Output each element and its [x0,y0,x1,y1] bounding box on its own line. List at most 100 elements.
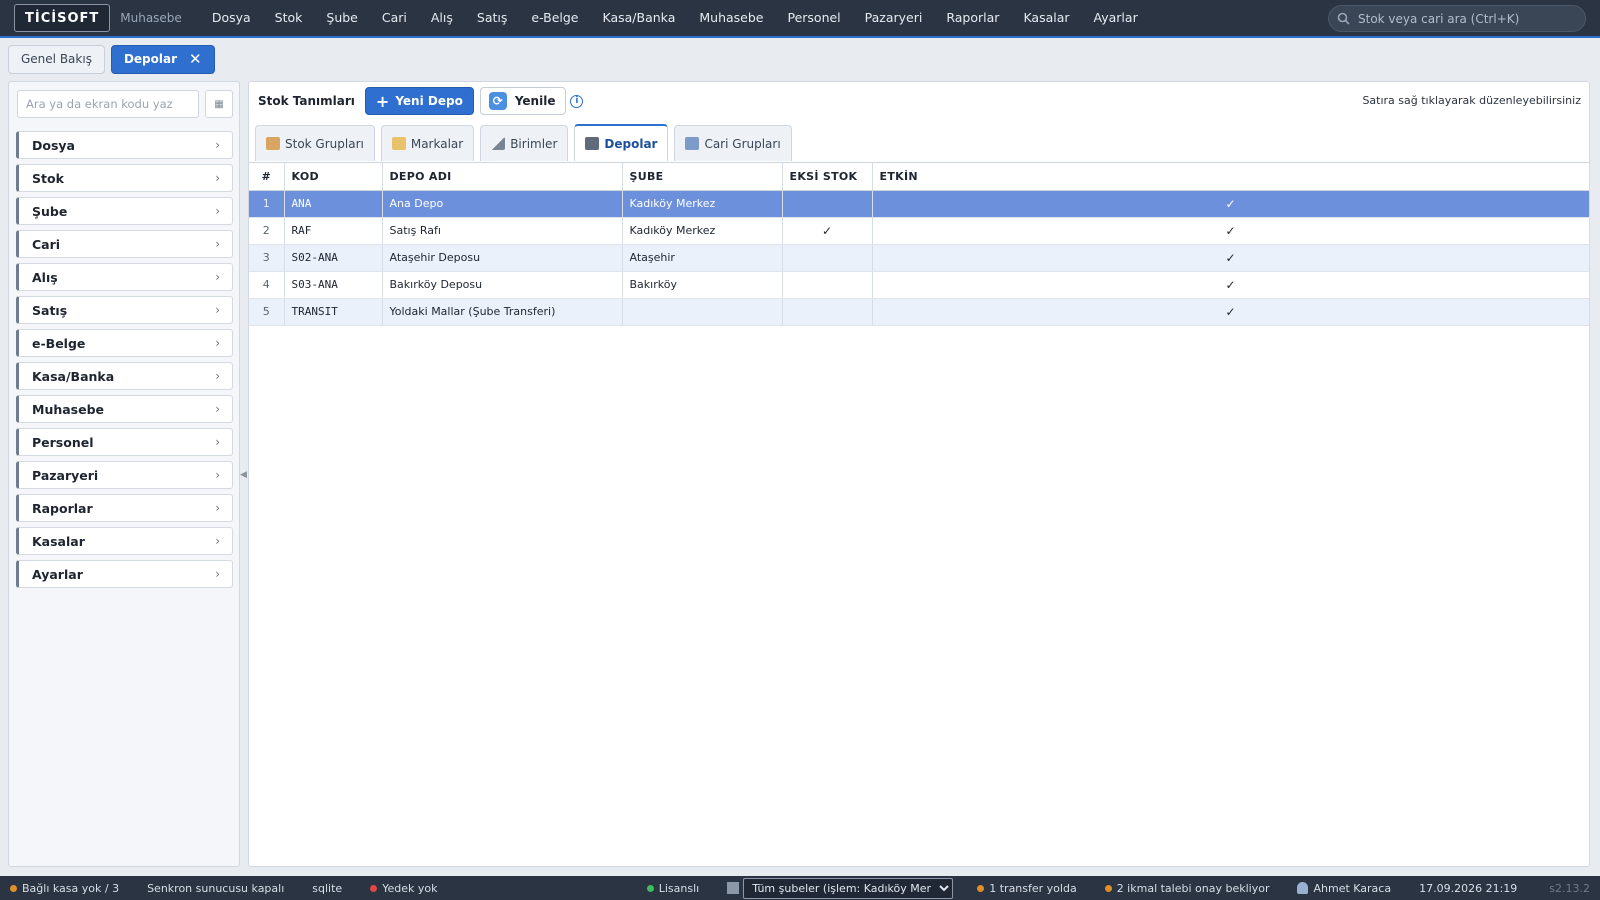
sidebar-item-raporlar[interactable]: Raporlar › [16,494,233,522]
sidebar-item-label: e-Belge [32,335,86,351]
status-requests-text: 2 ikmal talebi onay bekliyor [1116,881,1270,895]
doc-tab-genel-bakis[interactable]: Genel Bakış [8,44,105,74]
table-row[interactable]: 5 TRANSIT Yoldaki Mallar (Şube Transferi… [249,298,1590,326]
close-icon[interactable]: ✕ [189,50,202,68]
branch-select[interactable]: Tüm şubeler (işlem: Kadıköy Merkez) [743,877,954,899]
sidebar-item-label: Dosya [32,137,75,153]
status-datetime-text: 17.09.2026 21:19 [1419,881,1518,895]
box-icon [266,137,280,150]
main-menu: Dosya Stok Şube Cari Alış Satış e-Belge … [200,0,1150,36]
cell-eksi-stok [782,298,873,326]
tab-depolar[interactable]: Depolar [574,124,669,161]
tab-label: Stok Grupları [285,136,364,151]
column-header-depo-adi[interactable]: DEPO ADI [382,163,623,191]
status-dot-icon [646,884,654,892]
menu-stok[interactable]: Stok [263,0,315,36]
sidebar-item-pazaryeri[interactable]: Pazaryeri › [16,461,233,489]
cell-sube: Ataşehir [622,244,783,272]
status-transfer[interactable]: 1 transfer yolda [977,882,1077,895]
sidebar-item-label: Satış [32,302,68,318]
cell-no: 3 [249,244,285,272]
column-header-no[interactable]: # [249,163,285,191]
sidebar-item-alis[interactable]: Alış › [16,263,233,291]
info-icon[interactable]: i [570,94,584,108]
cell-etkin: ✓ [872,190,1590,218]
sidebar-item-sube[interactable]: Şube › [16,197,233,225]
cell-kod: S03-ANA [284,271,383,299]
doc-tab-label: Depolar [123,52,178,66]
toolbar: Stok Tanımları + Yeni Depo ⟳ Yenile i Sa… [249,82,1589,120]
menu-dosya[interactable]: Dosya [200,0,263,36]
sidebar-item-label: Kasalar [32,533,85,549]
menu-e-belge[interactable]: e-Belge [519,0,590,36]
sidebar-item-kasalar[interactable]: Kasalar › [16,527,233,555]
collapse-sidebar-icon[interactable]: ◀ [240,470,247,480]
cell-depo-adi: Yoldaki Mallar (Şube Transferi) [382,298,623,326]
table-row[interactable]: 2 RAF Satış Rafı Kadıköy Merkez ✓ ✓ [249,217,1590,245]
status-user-text: Ahmet Karaca [1313,881,1392,895]
menu-satis[interactable]: Satış [465,0,519,36]
chevron-right-icon: › [215,138,220,152]
refresh-button[interactable]: ⟳ Yenile [479,87,567,115]
doc-tab-depolar[interactable]: Depolar ✕ [110,44,215,74]
table-row[interactable]: 4 S03-ANA Bakırköy Deposu Bakırköy ✓ [249,271,1590,299]
sidebar-item-label: Stok [32,170,64,186]
tab-cari-gruplari[interactable]: Cari Grupları [674,125,792,161]
menu-raporlar[interactable]: Raporlar [934,0,1011,36]
cell-sube: Kadıköy Merkez [622,190,783,218]
sidebar-item-satis[interactable]: Satış › [16,296,233,324]
sidebar-item-e-belge[interactable]: e-Belge › [16,329,233,357]
sidebar-item-muhasebe[interactable]: Muhasebe › [16,395,233,423]
new-depot-button[interactable]: + Yeni Depo [364,87,474,115]
column-header-sube[interactable]: ŞUBE [622,163,783,191]
menu-personel[interactable]: Personel [775,0,852,36]
menu-kasalar[interactable]: Kasalar [1011,0,1081,36]
cell-sube: Kadıköy Merkez [622,217,783,245]
search-icon [1337,12,1350,25]
menu-muhasebe[interactable]: Muhasebe [687,0,775,36]
tab-stok-gruplari[interactable]: Stok Grupları [255,125,375,161]
menu-pazaryeri[interactable]: Pazaryeri [853,0,935,36]
status-dot-icon [10,884,17,892]
column-header-etkin[interactable]: ETKİN [872,163,1590,191]
tab-markalar[interactable]: Markalar [380,125,475,161]
sidebar-item-ayarlar[interactable]: Ayarlar › [16,560,233,588]
chevron-right-icon: › [215,204,220,218]
status-user[interactable]: Ahmet Karaca [1297,882,1391,895]
column-header-kod[interactable]: KOD [284,163,383,191]
status-bar: Bağlı kasa yok / 3 Senkron sunucusu kapa… [0,876,1600,900]
cell-etkin: ✓ [872,217,1590,245]
menu-sube[interactable]: Şube [314,0,369,36]
menu-cari[interactable]: Cari [370,0,419,36]
table-row[interactable]: 3 S02-ANA Ataşehir Deposu Ataşehir ✓ [249,244,1590,272]
warehouse-icon [585,137,600,150]
cell-kod: ANA [284,190,383,218]
tab-birimler[interactable]: Birimler [480,125,569,161]
new-depot-label: Yeni Depo [395,94,463,108]
status-kasa-text: Bağlı kasa yok / 3 [22,881,120,895]
sidebar-item-personel[interactable]: Personel › [16,428,233,456]
sidebar-item-label: Alış [32,269,58,285]
sidebar-item-dosya[interactable]: Dosya › [16,131,233,159]
status-requests[interactable]: 2 ikmal talebi onay bekliyor [1104,881,1270,895]
top-menu-bar: TİCİSOFT Muhasebe Dosya Stok Şube Cari A… [0,0,1600,38]
sidebar-item-label: Pazaryeri [32,467,99,483]
sidebar-item-label: Şube [32,203,68,219]
sidebar-item-kasa-banka[interactable]: Kasa/Banka › [16,362,233,390]
chevron-right-icon: › [215,270,220,284]
grid-icon[interactable]: ▦ [205,90,233,118]
sidebar-item-stok[interactable]: Stok › [16,164,233,192]
menu-ayarlar[interactable]: Ayarlar [1082,0,1150,36]
menu-alis[interactable]: Alış [419,0,465,36]
cell-depo-adi: Ataşehir Deposu [382,244,623,272]
column-header-eksi-stok[interactable]: EKSİ STOK [782,163,873,191]
chevron-right-icon: › [215,468,220,482]
sidebar-search-input[interactable] [17,90,199,118]
cell-eksi-stok [782,190,873,218]
chevron-right-icon: › [215,501,220,515]
table-row[interactable]: 1 ANA Ana Depo Kadıköy Merkez ✓ [249,190,1590,218]
status-backup: Yedek yok [370,882,437,895]
global-search-input[interactable] [1358,11,1568,26]
menu-kasa-banka[interactable]: Kasa/Banka [591,0,688,36]
sidebar-item-cari[interactable]: Cari › [16,230,233,258]
